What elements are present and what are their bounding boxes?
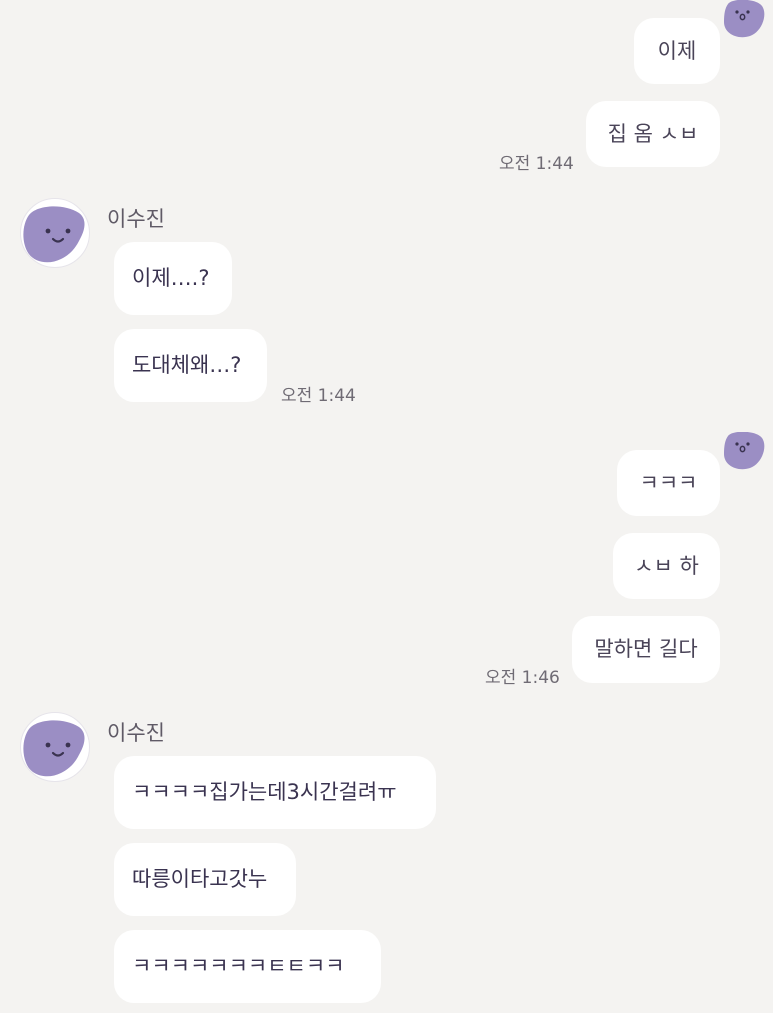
message-bubble[interactable]: ㅋㅋㅋ	[617, 450, 720, 516]
purple-blob-smile-icon	[23, 720, 85, 777]
message-text: 집 옴 ㅅㅂ	[607, 121, 699, 146]
message-bubble[interactable]: 도대체왜…?	[114, 329, 267, 402]
my-avatar-icon[interactable]	[722, 432, 766, 470]
message-text: ㅋㅋㅋㅋ집가는데3시간걸려ㅠ	[132, 780, 397, 804]
message-text: 이제….?	[132, 266, 210, 290]
message-bubble[interactable]: ㅋㅋㅋㅋㅋㅋㅋㅌㅌㅋㅋ	[114, 930, 381, 1003]
purple-blob-smile-icon	[23, 206, 85, 263]
message-timestamp: 오전 1:44	[499, 154, 574, 174]
message-text: 따릉이타고갓누	[132, 867, 268, 891]
message-text: ㅋㅋㅋ	[639, 470, 698, 495]
message-bubble[interactable]: ㅋㅋㅋㅋ집가는데3시간걸려ㅠ	[114, 756, 436, 829]
message-bubble[interactable]: ㅅㅂ 하	[613, 533, 720, 599]
my-avatar-icon[interactable]	[722, 0, 766, 38]
message-text: ㅋㅋㅋㅋㅋㅋㅋㅌㅌㅋㅋ	[132, 954, 345, 978]
message-bubble[interactable]: 따릉이타고갓누	[114, 843, 296, 916]
partner-name: 이수진	[107, 721, 165, 745]
partner-name: 이수진	[107, 207, 165, 231]
message-text: 이제	[657, 38, 697, 63]
message-timestamp: 오전 1:46	[485, 668, 560, 688]
message-text: 말하면 길다	[594, 637, 698, 661]
partner-avatar[interactable]	[20, 198, 90, 268]
partner-avatar[interactable]	[20, 712, 90, 782]
message-bubble[interactable]: 말하면 길다	[572, 616, 720, 683]
message-bubble[interactable]: 집 옴 ㅅㅂ	[586, 101, 720, 167]
message-text: 도대체왜…?	[132, 353, 242, 377]
message-timestamp: 오전 1:44	[281, 386, 356, 406]
message-bubble[interactable]: 이제….?	[114, 242, 232, 315]
message-bubble[interactable]: 이제	[634, 18, 720, 84]
message-text: ㅅㅂ 하	[634, 553, 699, 578]
